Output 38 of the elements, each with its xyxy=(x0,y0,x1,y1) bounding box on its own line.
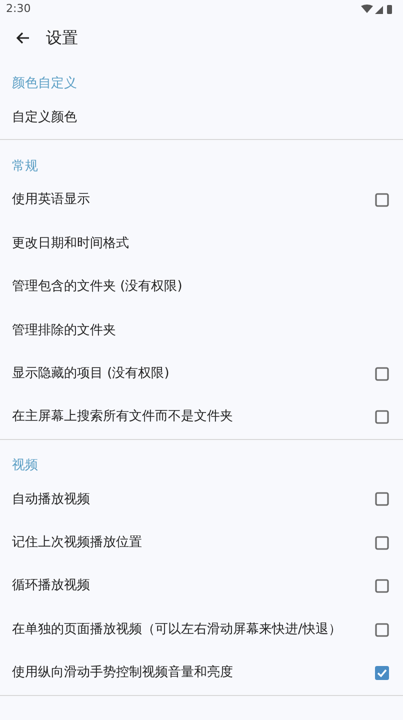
checkbox[interactable] xyxy=(375,536,389,550)
setting-label: 显示隐藏的项目 (没有权限) xyxy=(12,364,170,383)
checkbox[interactable] xyxy=(375,622,389,637)
settings-row[interactable]: 显示隐藏的项目 (没有权限) xyxy=(0,352,403,396)
section-header: 视频 xyxy=(12,456,38,475)
checkbox[interactable] xyxy=(375,492,389,506)
checkbox[interactable] xyxy=(375,666,389,680)
checkbox[interactable] xyxy=(375,193,389,208)
checkbox[interactable] xyxy=(375,366,389,381)
section-header: 常规 xyxy=(12,158,38,176)
checkbox[interactable] xyxy=(375,579,389,594)
setting-label: 自动播放视频 xyxy=(12,490,90,509)
setting-label: 管理包含的文件夹 (没有权限) xyxy=(12,278,182,296)
setting-label: 循环播放视频 xyxy=(12,577,90,596)
setting-label: 记住上次视频播放位置 xyxy=(12,534,142,552)
setting-label: 在单独的页面播放视频（可以左右滑动屏幕来快进/快退） xyxy=(12,620,342,639)
settings-row[interactable]: 管理排除的文件夹 xyxy=(0,308,403,352)
settings-row[interactable]: 在主屏幕上搜索所有文件而不是文件夹 xyxy=(0,395,403,439)
settings-row[interactable]: 循环播放视频 xyxy=(0,564,403,608)
setting-label: 在主屏幕上搜索所有文件而不是文件夹 xyxy=(12,408,233,426)
setting-label: 使用英语显示 xyxy=(12,191,90,210)
settings-row[interactable]: 记住上次视频播放位置 xyxy=(0,521,403,565)
section-header: 颜色自定义 xyxy=(12,75,77,94)
page-title: 设置 xyxy=(46,27,78,49)
checkbox[interactable] xyxy=(375,410,389,424)
status-time: 2:30 xyxy=(6,0,31,17)
setting-label: 使用纵向滑动手势控制视频音量和亮度 xyxy=(12,664,233,682)
settings-row[interactable]: 管理包含的文件夹 (没有权限) xyxy=(0,265,403,309)
settings-row[interactable]: 使用纵向滑动手势控制视频音量和亮度 xyxy=(0,651,403,695)
back-icon[interactable] xyxy=(16,32,30,44)
settings-row[interactable]: 自动播放视频 xyxy=(0,478,403,522)
settings-row[interactable]: 自定义颜色 xyxy=(0,96,403,140)
setting-label: 管理排除的文件夹 xyxy=(12,322,116,340)
settings-row[interactable]: 在单独的页面播放视频（可以左右滑动屏幕来快进/快退） xyxy=(0,608,403,652)
setting-label: 更改日期和时间格式 xyxy=(12,234,129,253)
settings-row[interactable]: 更改日期和时间格式 xyxy=(0,222,403,266)
settings-row[interactable]: 使用英语显示 xyxy=(0,178,403,222)
setting-label: 自定义颜色 xyxy=(12,108,77,127)
